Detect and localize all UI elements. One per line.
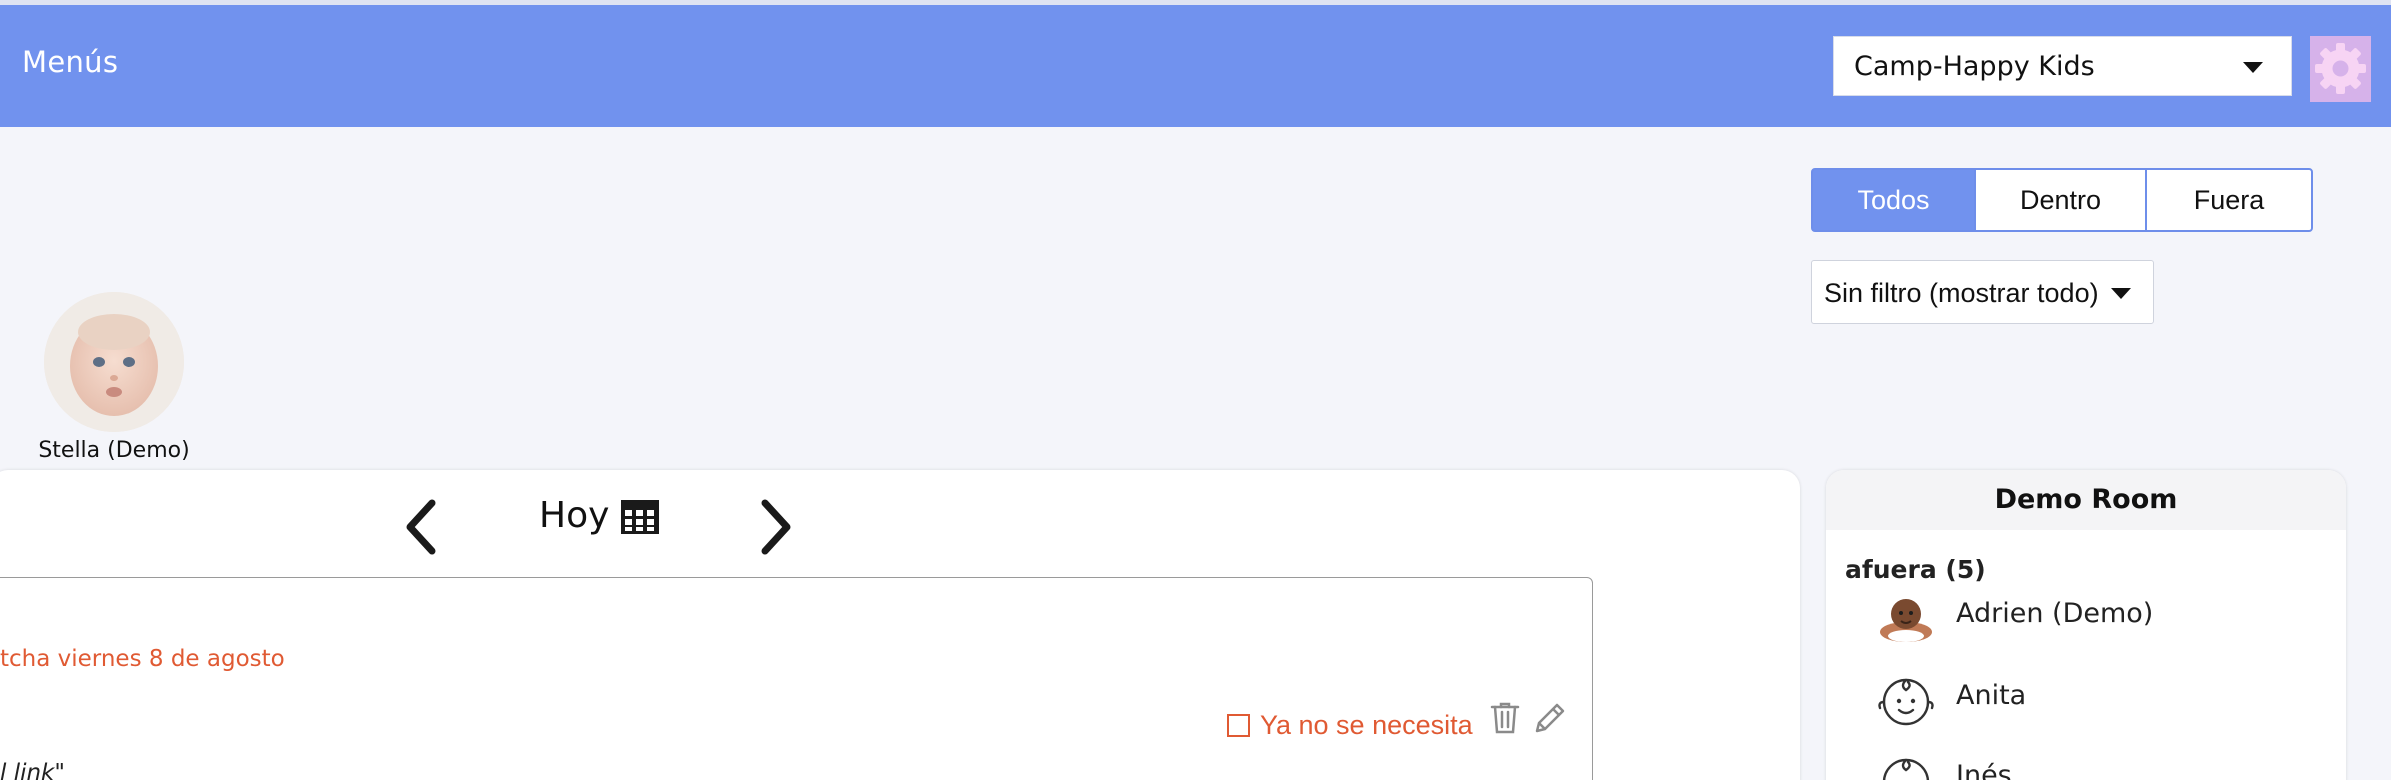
child-name: Anita [1956,680,2027,711]
caret-down-icon [2111,288,2131,299]
page-title: Menús [22,45,119,79]
checkbox[interactable] [1227,713,1250,737]
pencil-icon[interactable] [1533,701,1567,735]
toggle-dentro[interactable]: Dentro [1974,168,2147,232]
app-header: Menús Camp-Happy Kids [0,5,2391,127]
child-name: Stella (Demo) [38,438,190,463]
view-toggle: Todos Dentro Fuera [1811,168,2313,232]
toggle-todos[interactable]: Todos [1811,168,1976,232]
chevron-left-icon[interactable] [400,498,442,556]
gear-icon [2315,43,2366,94]
trash-icon[interactable] [1490,701,1520,735]
toggle-fuera[interactable]: Fuera [2145,168,2313,232]
avatar [44,292,184,432]
settings-button[interactable] [2310,36,2371,102]
entry-date: tcha viernes 8 de agosto [0,646,285,672]
filter-select-value: Sin filtro (mostrar todo) [1824,278,2099,308]
no-longer-needed-checkbox[interactable]: Ya no se necesita [1227,707,1473,743]
room-title: Demo Room [1826,470,2346,530]
child-name: Inés [1956,760,2012,780]
menu-entry-card [0,577,1593,780]
camp-select[interactable]: Camp-Happy Kids [1833,36,2292,96]
filter-select[interactable]: Sin filtro (mostrar todo) [1811,260,2154,324]
no-longer-needed-label: Ya no se necesita [1260,709,1473,740]
baby-face-icon [1882,758,1930,780]
child-name: Adrien (Demo) [1956,598,2154,629]
list-item[interactable]: Anita [1876,672,2306,732]
avatar [1880,599,1932,642]
date-label: Hoy [539,495,610,536]
camp-select-value: Camp-Happy Kids [1854,51,2095,82]
entry-text: l link" [0,760,65,780]
chevron-right-icon[interactable] [755,498,797,556]
baby-face-icon [1878,678,1934,726]
calendar-icon[interactable] [619,498,661,536]
list-item[interactable]: Adrien (Demo) [1876,590,2306,650]
list-item[interactable]: Inés [1876,752,2306,780]
room-group-label: afuera (5) [1845,555,1986,584]
caret-down-icon [2243,62,2263,73]
